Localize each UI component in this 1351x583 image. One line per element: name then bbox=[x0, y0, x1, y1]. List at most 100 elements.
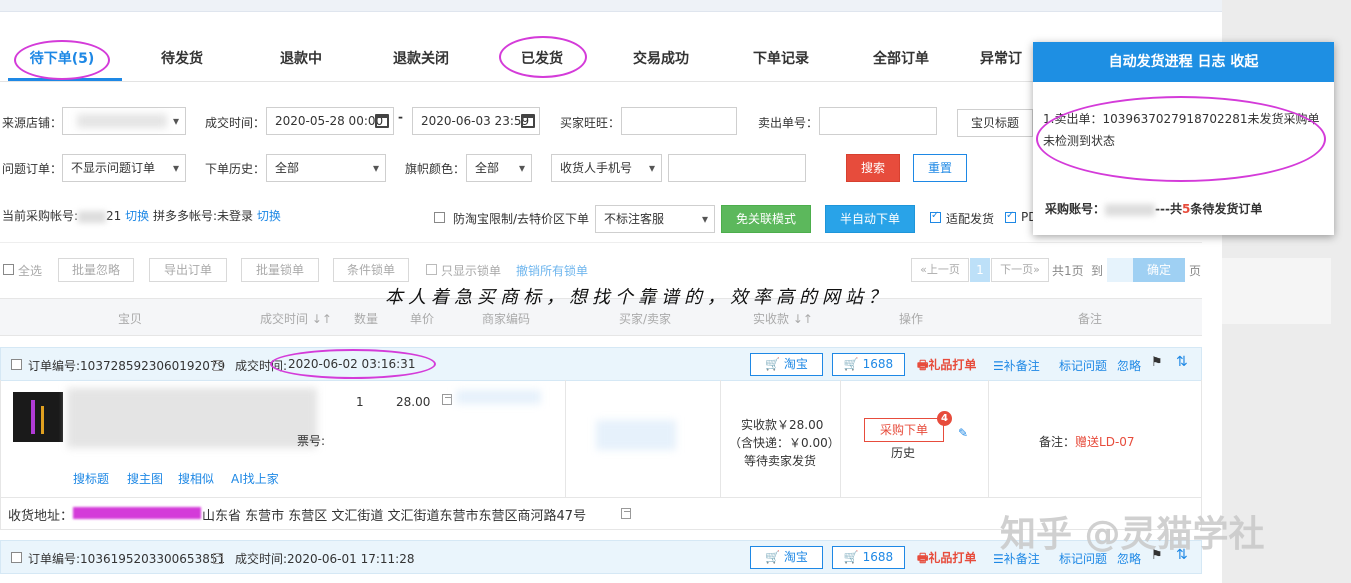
gift-print-button[interactable]: 🖶礼品打单 bbox=[917, 549, 976, 570]
tab-pending-ship[interactable]: 待发货 bbox=[127, 48, 237, 68]
redacted-shop bbox=[77, 114, 167, 128]
tab-refunding[interactable]: 退款中 bbox=[246, 48, 356, 68]
semi-auto-order-button[interactable]: 半自动下单 bbox=[825, 205, 915, 233]
tab-abnormal[interactable]: 异常订 bbox=[966, 48, 1036, 68]
col-received[interactable]: 实收款 ↓↑ bbox=[753, 310, 813, 327]
taobao-button[interactable]: 🛒 淘宝 bbox=[750, 353, 823, 376]
history-link[interactable]: 历史 bbox=[891, 444, 915, 461]
sync-icon[interactable]: ⇅ bbox=[1176, 354, 1188, 370]
unlock-all-link[interactable]: 撤销所有锁单 bbox=[516, 262, 588, 279]
seller-no-input[interactable] bbox=[819, 107, 937, 135]
col-divider bbox=[565, 380, 566, 498]
popup-message: 1.卖出单：1039637027918702281未发货采购单未检测到状态 bbox=[1043, 112, 1320, 148]
pd-checkbox[interactable] bbox=[1005, 210, 1016, 223]
batch-lock-button[interactable]: 批量锁单 bbox=[241, 258, 319, 282]
search-similar-link[interactable]: 搜相似 bbox=[178, 470, 214, 487]
tab-order-log[interactable]: 下单记录 bbox=[726, 48, 836, 68]
search-image-link[interactable]: 搜主图 bbox=[127, 470, 163, 487]
tab-all-orders[interactable]: 全部订单 bbox=[846, 48, 956, 68]
flag-color-label: 旗帜颜色： bbox=[405, 162, 466, 176]
cs-tag-value: 不标注客服 bbox=[604, 212, 665, 226]
gutter-band bbox=[1222, 258, 1331, 324]
popup-account-label: 采购账号： bbox=[1045, 202, 1106, 216]
address-label: 收货地址： bbox=[8, 509, 74, 524]
deal-time-label: 成交时间： bbox=[205, 116, 266, 130]
tab-shipped[interactable]: 已发货 bbox=[487, 48, 597, 68]
product-thumbnail[interactable] bbox=[13, 392, 63, 442]
ai-find-supplier-link[interactable]: AI找上家 bbox=[231, 470, 279, 487]
add-remark-button[interactable]: ☰补备注 bbox=[993, 357, 1040, 374]
gift-print-button[interactable]: 🖶礼品打单 bbox=[917, 356, 976, 377]
goto-confirm-button[interactable]: 确定 bbox=[1133, 258, 1185, 282]
handwritten-annotation: 本人着急买商标，想找个靠谱的，效率高的网站？ bbox=[385, 287, 891, 308]
order-checkbox[interactable] bbox=[11, 552, 22, 563]
tab-success[interactable]: 交易成功 bbox=[606, 48, 716, 68]
select-all-checkbox[interactable] bbox=[3, 264, 14, 275]
deal-time-label: 成交时间: bbox=[235, 359, 288, 373]
free-link-mode-button[interactable]: 免关联模式 bbox=[721, 205, 811, 233]
1688-button[interactable]: 🛒 1688 bbox=[832, 546, 905, 569]
cs-tag-select[interactable]: 不标注客服 bbox=[595, 205, 715, 233]
calendar-icon[interactable] bbox=[375, 114, 389, 128]
copy-icon[interactable] bbox=[442, 394, 452, 405]
col-deal-time[interactable]: 成交时间 ↓↑ bbox=[260, 310, 332, 327]
source-shop-select[interactable] bbox=[62, 107, 186, 135]
copy-icon[interactable] bbox=[213, 553, 223, 564]
flag-icon[interactable]: ⚑ bbox=[1151, 355, 1163, 370]
copy-icon[interactable] bbox=[621, 508, 631, 519]
phone-input[interactable] bbox=[668, 154, 806, 182]
taobao-button[interactable]: 🛒 淘宝 bbox=[750, 546, 823, 569]
phone-type-select[interactable]: 收货人手机号 bbox=[551, 154, 662, 182]
taobao-label: 淘宝 bbox=[783, 357, 808, 371]
tab-pending-order[interactable]: 待下单(5) bbox=[7, 48, 117, 68]
anti-limit-label: 防淘宝限制/去特价区下单 bbox=[453, 212, 590, 226]
popup-title[interactable]: 自动发货进程 日志 收起 bbox=[1033, 42, 1334, 82]
redacted-account bbox=[78, 210, 107, 223]
calendar-icon[interactable] bbox=[521, 114, 535, 128]
batch-ignore-button[interactable]: 批量忽略 bbox=[58, 258, 134, 282]
edit-icon[interactable]: ✎ bbox=[958, 426, 968, 440]
col-price: 单价 bbox=[410, 312, 435, 326]
next-page-button[interactable]: 下一页» bbox=[991, 258, 1049, 282]
reset-button[interactable]: 重置 bbox=[913, 154, 967, 182]
ignore-link[interactable]: 忽略 bbox=[1117, 357, 1141, 374]
tab-refund-closed[interactable]: 退款关闭 bbox=[366, 48, 476, 68]
order-checkbox[interactable] bbox=[11, 359, 22, 370]
buyer-ww-input[interactable] bbox=[621, 107, 737, 135]
flag-color-value: 全部 bbox=[475, 161, 500, 175]
show-locked-checkbox[interactable] bbox=[426, 264, 437, 275]
copy-icon[interactable] bbox=[213, 360, 223, 371]
goto-page-input[interactable] bbox=[1107, 258, 1133, 282]
purchase-order-button[interactable]: 采购下单 bbox=[864, 418, 944, 442]
switch-pdd-link[interactable]: 切换 bbox=[257, 209, 281, 223]
export-orders-button[interactable]: 导出订单 bbox=[149, 258, 227, 282]
printer-icon: 🖶 bbox=[917, 358, 929, 372]
flag-color-select[interactable]: 全部 bbox=[466, 154, 532, 182]
cond-lock-button[interactable]: 条件锁单 bbox=[333, 258, 409, 282]
col-merchant-code: 商家编码 bbox=[482, 312, 531, 326]
taobao-label: 淘宝 bbox=[783, 550, 808, 564]
note-icon: ☰ bbox=[993, 359, 1004, 373]
1688-label: 1688 bbox=[862, 550, 894, 564]
start-time-input[interactable]: 2020-05-28 00:00 bbox=[266, 107, 394, 135]
anti-limit-checkbox[interactable] bbox=[434, 212, 445, 223]
switch-account-link[interactable]: 切换 bbox=[125, 209, 149, 223]
order-number: 订单编号:1036195203300653851 bbox=[28, 552, 226, 566]
item-title-select[interactable]: 宝贝标题 bbox=[957, 109, 1033, 137]
prev-page-button[interactable]: «上一页 bbox=[911, 258, 969, 282]
adapt-ship-checkbox[interactable] bbox=[930, 210, 941, 223]
problem-order-select[interactable]: 不显示问题订单 bbox=[62, 154, 186, 182]
current-page[interactable]: 1 bbox=[970, 258, 990, 282]
end-time-input[interactable]: 2020-06-03 23:59 bbox=[412, 107, 540, 135]
search-button[interactable]: 搜索 bbox=[846, 154, 900, 182]
search-title-link[interactable]: 搜标题 bbox=[73, 470, 109, 487]
mark-problem-link[interactable]: 标记问题 bbox=[1059, 357, 1107, 374]
goto-label: 到 bbox=[1091, 264, 1104, 278]
cart-icon: 🛒 bbox=[765, 357, 781, 371]
popup-account-line: 采购账号： ---共5条待发货订单 bbox=[1045, 200, 1262, 217]
deal-time-value: 2020-06-02 03:16:31 bbox=[288, 357, 416, 371]
1688-button[interactable]: 🛒 1688 bbox=[832, 353, 905, 376]
item-price: 28.00 bbox=[396, 395, 431, 409]
phone-type-value: 收货人手机号 bbox=[560, 161, 633, 175]
history-select[interactable]: 全部 bbox=[266, 154, 386, 182]
